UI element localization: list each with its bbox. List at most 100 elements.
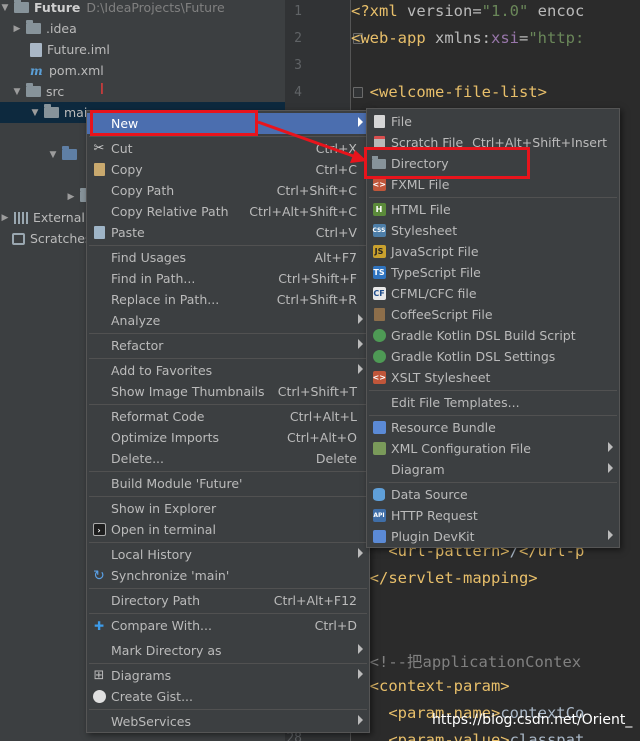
menu-item-html-file[interactable]: H HTML File (367, 199, 619, 220)
menu-item-diagrams[interactable]: ⊞ Diagrams (87, 665, 369, 686)
annotation-box-directory (364, 147, 530, 179)
file-icon (373, 115, 385, 128)
menu-item-find-usages[interactable]: Find Usages Alt+F7 (87, 247, 369, 268)
cfml-file-icon: CF (372, 287, 386, 300)
code-line: <param-value>classpat (351, 731, 584, 741)
menu-item-local-history[interactable]: Local History (87, 544, 369, 565)
chevron-right-icon[interactable]: ▶ (12, 24, 22, 34)
menu-item-label: Reformat Code (111, 409, 205, 424)
menu-item-cut[interactable]: ✂ Cut Ctrl+X (87, 138, 369, 159)
code-token: </servlet-mapping> (351, 569, 538, 587)
tree-row-idea[interactable]: ▶ .idea (0, 18, 285, 39)
chevron-right-icon[interactable]: ▶ (0, 213, 10, 223)
menu-item-data-source[interactable]: Data Source (367, 484, 619, 505)
plugin-devkit-icon (372, 530, 386, 543)
menu-item-gradle-kotlin-dsl-build-script[interactable]: Gradle Kotlin DSL Build Script (367, 325, 619, 346)
menu-separator (369, 390, 617, 391)
menu-item-label: XML Configuration File (391, 441, 531, 456)
menu-item-label: Paste (111, 225, 145, 240)
menu-item-stylesheet[interactable]: CSS Stylesheet (367, 220, 619, 241)
menu-item-delete[interactable]: Delete... Delete (87, 448, 369, 469)
tree-item-label: Scratches (30, 231, 92, 246)
chevron-right-icon[interactable]: ▶ (66, 192, 76, 202)
menu-separator (89, 471, 367, 472)
menu-item-cfml-cfc-file[interactable]: CF CFML/CFC file (367, 283, 619, 304)
terminal-icon: › (92, 523, 106, 536)
chevron-down-icon[interactable]: ▼ (12, 87, 22, 97)
menu-item-mark-directory-as[interactable]: Mark Directory as (87, 640, 369, 661)
menu-item-open-in-terminal[interactable]: › Open in terminal (87, 519, 369, 540)
menu-separator (369, 415, 617, 416)
menu-item-reformat-code[interactable]: Reformat Code Ctrl+Alt+L (87, 406, 369, 427)
menu-item-diagram[interactable]: Diagram (367, 459, 619, 480)
menu-item-label: Plugin DevKit (391, 529, 475, 544)
menu-item-gradle-kotlin-dsl-settings[interactable]: Gradle Kotlin DSL Settings (367, 346, 619, 367)
menu-item-shortcut: Ctrl+Alt+F12 (273, 593, 357, 608)
tree-row-pom[interactable]: m pom.xml (0, 60, 285, 81)
code-token: encoc (528, 2, 585, 20)
chevron-down-icon[interactable]: ▼ (0, 3, 10, 13)
menu-item-refactor[interactable]: Refactor (87, 335, 369, 356)
folder-icon (26, 20, 41, 34)
menu-item-xslt-stylesheet[interactable]: <> XSLT Stylesheet (367, 367, 619, 388)
menu-item-label: Copy (111, 162, 143, 177)
tree-row-project[interactable]: ▼ Future D:\IdeaProjects\Future (0, 0, 285, 18)
menu-item-optimize-imports[interactable]: Optimize Imports Ctrl+Alt+O (87, 427, 369, 448)
menu-item-compare-with[interactable]: ✚ Compare With... Ctrl+D (87, 615, 369, 636)
fxml-file-icon: <> (372, 178, 386, 191)
menu-item-analyze[interactable]: Analyze (87, 310, 369, 331)
menu-item-copy-relative-path[interactable]: Copy Relative Path Ctrl+Alt+Shift+C (87, 201, 369, 222)
menu-item-add-to-favorites[interactable]: Add to Favorites (87, 360, 369, 381)
typescript-file-icon: TS (372, 266, 386, 279)
menu-item-directory-path[interactable]: Directory Path Ctrl+Alt+F12 (87, 590, 369, 611)
menu-item-edit-file-templates[interactable]: Edit File Templates... (367, 392, 619, 413)
http-request-icon: API (372, 509, 386, 522)
tree-row-src[interactable]: ▼ src (0, 81, 285, 102)
menu-item-xml-configuration-file[interactable]: XML Configuration File (367, 438, 619, 459)
code-line: </servlet-mapping> (351, 569, 538, 587)
chevron-down-icon[interactable]: ▼ (30, 108, 40, 118)
menu-item-create-gist[interactable]: Create Gist... (87, 686, 369, 707)
menu-item-synchronize-main[interactable]: ↻ Synchronize 'main' (87, 565, 369, 586)
coffeescript-file-icon (373, 308, 385, 321)
menu-item-label: Mark Directory as (111, 643, 222, 658)
menu-item-javascript-file[interactable]: JS JavaScript File (367, 241, 619, 262)
menu-item-show-in-explorer[interactable]: Show in Explorer (87, 498, 369, 519)
menu-item-resource-bundle[interactable]: Resource Bundle (367, 417, 619, 438)
menu-item-webservices[interactable]: WebServices (87, 711, 369, 732)
folder-icon (44, 104, 59, 118)
menu-separator (89, 613, 367, 614)
library-icon (14, 211, 28, 224)
submenu-arrow-icon (358, 644, 363, 654)
menu-item-show-image-thumbnails[interactable]: Show Image Thumbnails Ctrl+Shift+T (87, 381, 369, 402)
menu-item-copy[interactable]: Copy Ctrl+C (87, 159, 369, 180)
menu-separator (369, 482, 617, 483)
code-line: <welcome-file-list> (351, 83, 547, 101)
menu-separator (369, 197, 617, 198)
menu-item-copy-path[interactable]: Copy Path Ctrl+Shift+C (87, 180, 369, 201)
menu-item-label: Build Module 'Future' (111, 476, 243, 491)
chevron-down-icon[interactable]: ▼ (48, 150, 58, 160)
menu-item-file[interactable]: File (367, 111, 619, 132)
css-file-icon: CSS (372, 224, 386, 237)
menu-item-typescript-file[interactable]: TS TypeScript File (367, 262, 619, 283)
submenu-arrow-icon (608, 530, 613, 540)
menu-item-plugin-devkit[interactable]: Plugin DevKit (367, 526, 619, 547)
menu-item-http-request[interactable]: API HTTP Request (367, 505, 619, 526)
line-number: 2 (294, 31, 302, 46)
annotation-box-new (90, 110, 258, 136)
maven-icon: m (30, 63, 43, 78)
menu-item-label: Directory Path (111, 593, 201, 608)
tree-row-iml[interactable]: Future.iml (0, 39, 285, 60)
code-token: <!--把applicationContex (351, 653, 582, 671)
menu-item-paste[interactable]: Paste Ctrl+V (87, 222, 369, 243)
menu-item-label: Gradle Kotlin DSL Build Script (391, 328, 576, 343)
menu-item-coffeescript-file[interactable]: CoffeeScript File (367, 304, 619, 325)
tree-item-label: Future.iml (47, 42, 110, 57)
menu-item-label: Diagram (391, 462, 445, 477)
menu-item-label: Compare With... (111, 618, 212, 633)
menu-item-find-in-path[interactable]: Find in Path... Ctrl+Shift+F (87, 268, 369, 289)
menu-item-replace-in-path[interactable]: Replace in Path... Ctrl+Shift+R (87, 289, 369, 310)
menu-item-build-module-future[interactable]: Build Module 'Future' (87, 473, 369, 494)
menu-item-shortcut: Delete (315, 451, 357, 466)
